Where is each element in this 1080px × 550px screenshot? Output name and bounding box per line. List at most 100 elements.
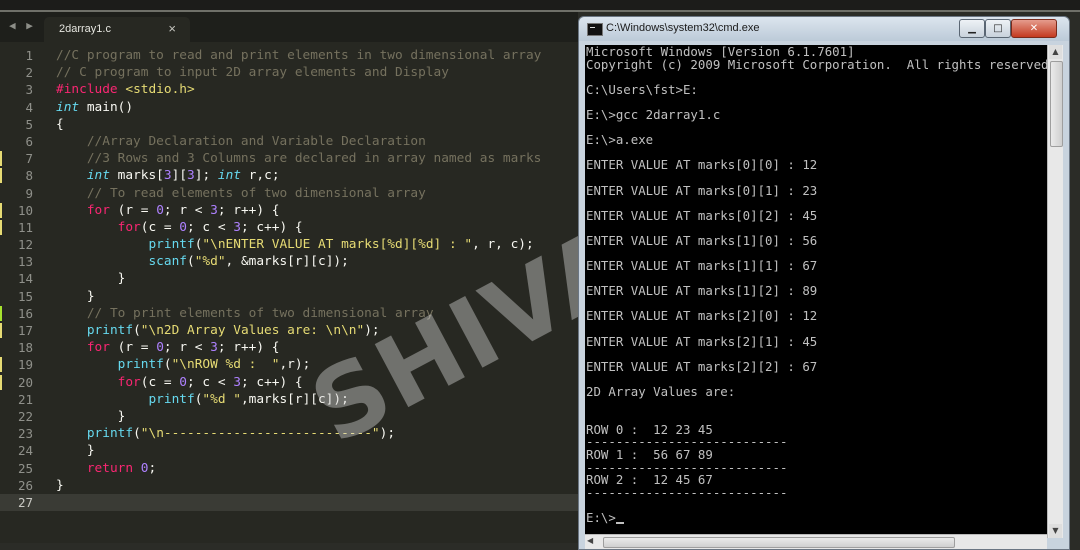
scroll-left-icon[interactable]: ◀ (587, 536, 593, 545)
code-token-plain: (r = (109, 202, 157, 218)
tab-title: 2darray1.c (59, 23, 111, 35)
code-token-plain: , &marks[r][c]); (225, 254, 349, 270)
minimize-button[interactable]: ▁ (959, 19, 985, 38)
modified-line-marker (0, 151, 2, 167)
code-token-keyword: for (86, 340, 110, 356)
line-number: 21 (17, 391, 33, 407)
line-number: 8 (0, 167, 50, 184)
code-line: printf("\nENTER VALUE AT marks[%d][%d] :… (56, 236, 578, 253)
code-token-func: printf (117, 357, 164, 373)
code-token-plain: { (56, 116, 64, 132)
code-token-string: "\n---------------------------" (140, 426, 380, 442)
code-token-comment: //3 Rows and 3 Columns are declared in a… (86, 151, 542, 167)
line-number: 2 (25, 65, 33, 81)
code-token-string: "%d" (194, 254, 226, 270)
code-token-plain: } (56, 288, 95, 304)
console-line: ENTER VALUE AT marks[2][1] : 45 (586, 333, 818, 349)
code-line: int main() (56, 99, 578, 116)
line-number: 16 (0, 305, 50, 322)
code-token-plain: ; c < (187, 219, 234, 235)
code-token-plain: } (56, 408, 126, 424)
line-number: 17 (0, 322, 50, 339)
code-token-comment: // To read elements of two dimensional a… (86, 185, 426, 201)
code-line: #include <stdio.h> (56, 81, 578, 98)
code-token-plain: } (56, 443, 95, 459)
console-line: ENTER VALUE AT marks[0][1] : 23 (586, 182, 818, 198)
code-token-plain: ; c++) { (240, 374, 303, 390)
code-token-plain: ); (364, 323, 380, 338)
line-number: 13 (17, 254, 33, 270)
scroll-down-icon[interactable]: ▼ (1049, 524, 1062, 538)
code-token-plain: ( (163, 357, 172, 373)
line-number: 24 (17, 443, 33, 459)
code-token-plain: ; c++) { (240, 219, 303, 235)
line-number: 14 (17, 271, 33, 287)
console-line: ENTER VALUE AT marks[2][2] : 67 (586, 358, 818, 374)
cmd-icon (587, 23, 603, 36)
console-line: ENTER VALUE AT marks[0][2] : 45 (586, 207, 818, 223)
line-number: 25 (17, 460, 33, 476)
line-number: 12 (17, 237, 33, 253)
console-line: ENTER VALUE AT marks[1][0] : 56 (586, 232, 818, 248)
code-line: printf("\n2D Array Values are: \n\n"); (56, 322, 578, 339)
line-number: 6 (25, 133, 33, 149)
maximize-button[interactable]: □ (985, 19, 1011, 38)
console-output: Microsoft Windows [Version 6.1.7601] Copy… (586, 45, 1047, 525)
line-number: 1 (25, 48, 33, 63)
scroll-up-icon[interactable]: ▲ (1049, 45, 1062, 59)
code-token-keyword: for (86, 202, 110, 218)
cmd-console[interactable]: Microsoft Windows [Version 6.1.7601] Copy… (585, 45, 1047, 548)
code-editor[interactable]: ◀ ▶ 2darray1.c × 1 2 3 4 5 6 7 8 9 10 11 12 13 14 15 16… (0, 12, 578, 543)
close-button[interactable]: ✕ (1011, 19, 1057, 38)
code-token-plain: (r = (109, 340, 157, 356)
code-token-func: printf (148, 391, 195, 407)
console-line: --------------------------- (586, 484, 788, 500)
code-token-plain: ); (379, 426, 396, 442)
cmd-title: C:\Windows\system32\cmd.exe (606, 22, 760, 34)
code-line: } (56, 288, 578, 305)
code-token-number: 3 (233, 374, 241, 390)
tab-nav-arrows-icon[interactable]: ◀ ▶ (9, 19, 35, 32)
console-cursor (615, 521, 624, 524)
cmd-window[interactable]: C:\Windows\system32\cmd.exe ▁ □ ✕ Micros… (578, 16, 1070, 550)
code-line: // To read elements of two dimensional a… (56, 185, 578, 202)
code-area[interactable]: //C program to read and print elements i… (56, 47, 578, 511)
tab-2darray1[interactable]: 2darray1.c × (44, 17, 190, 42)
tab-close-icon[interactable]: × (168, 21, 176, 36)
code-line: } (56, 442, 578, 459)
code-token-number: 0 (179, 374, 188, 390)
line-number: 27 (0, 493, 50, 512)
line-number: 5 (25, 116, 33, 132)
tab-bar: ◀ ▶ 2darray1.c × (0, 12, 578, 42)
code-token-plain: ][ (171, 168, 188, 184)
code-token-func: scanf (148, 254, 187, 270)
cmd-title-bar[interactable]: C:\Windows\system32\cmd.exe ▁ □ ✕ (579, 17, 1069, 41)
code-token-plain: r,c; (241, 168, 280, 184)
code-line: printf("\nROW %d : ",r); (56, 356, 578, 373)
code-token-type: int (86, 168, 110, 184)
code-token-plain: ; r < (163, 202, 211, 218)
code-line: int marks[3][3]; int r,c; (56, 167, 578, 184)
code-line: for(c = 0; c < 3; c++) { (56, 219, 578, 236)
horizontal-scrollbar[interactable]: ◀ (585, 534, 1047, 549)
vertical-scrollbar[interactable]: ▲ ▼ (1047, 45, 1063, 538)
modified-line-marker (0, 374, 2, 390)
code-token-plain: ( (133, 323, 141, 338)
code-line: } (56, 408, 578, 425)
code-token-number: 3 (210, 202, 218, 218)
code-token-plain: ; (148, 460, 157, 476)
scroll-thumb[interactable] (1050, 61, 1063, 147)
code-token-number: 0 (140, 460, 149, 476)
code-token-type: int (56, 99, 80, 115)
code-token-plain: marks[ (109, 168, 164, 184)
code-token-plain: (c = (140, 219, 180, 235)
line-number: 23 (17, 426, 33, 442)
